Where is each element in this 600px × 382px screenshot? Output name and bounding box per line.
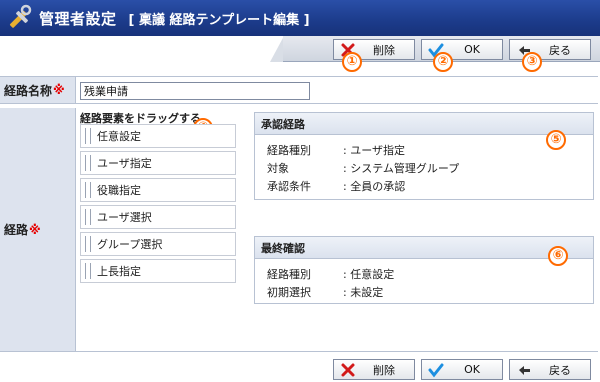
drag-grip-icon [85,128,91,144]
badge-6: ⑥ [548,246,568,266]
title-bar: 管理者設定 [ 稟議 経路テンプレート編集 ] [0,0,600,36]
approval-route-panel[interactable]: 承認経路 経路種別: ユーザ指定 対象: システム管理グループ 承認条件: 全員… [254,112,594,200]
route-name-row: 経路名称 ※ [0,76,598,104]
drag-grip-icon [85,155,91,171]
drag-grip-icon [85,182,91,198]
final-row: 経路種別: 任意設定 [267,268,395,281]
ok-button-label: OK [464,363,480,376]
route-element-item[interactable]: 上長指定 [80,259,236,283]
delete-button-label: 削除 [373,363,395,377]
route-label: 経路 ※ [0,108,76,351]
drag-grip-icon [85,236,91,252]
route-name-label: 経路名称 ※ [0,77,76,103]
delete-button-label: 削除 [373,43,395,57]
ok-button-label: OK [464,43,480,56]
ok-button-bottom[interactable]: OK [421,359,503,380]
tools-icon [9,4,32,28]
approval-row: 承認条件: 全員の承認 [267,180,406,193]
back-button-bottom[interactable]: 戻る [509,359,591,380]
required-mark: ※ [53,83,65,97]
page-title: 管理者設定 [39,9,117,28]
required-mark: ※ [29,222,41,237]
delete-button-bottom[interactable]: 削除 [333,359,415,380]
final-confirmation-title: 最終確認 [255,237,593,259]
drag-grip-icon [85,263,91,279]
back-button-label: 戻る [549,363,571,377]
x-icon [341,363,355,376]
approval-row: 経路種別: ユーザ指定 [267,144,405,157]
final-confirmation-panel[interactable]: 最終確認 経路種別: 任意設定 初期選択: 未設定 [254,236,594,304]
badge-3: ③ [522,52,542,72]
route-element-item[interactable]: グループ選択 [80,232,236,256]
final-row: 初期選択: 未設定 [267,286,384,299]
back-button[interactable]: 戻る [509,39,591,60]
back-button-label: 戻る [549,43,571,57]
approval-route-title: 承認経路 [255,113,593,135]
route-element-list: 任意設定 ユーザ指定 役職指定 ユーザ選択 グループ選択 上長指定 [80,124,236,286]
checkmark-icon [428,363,444,377]
route-element-item[interactable]: ユーザ選択 [80,205,236,229]
page-subtitle: [ 稟議 経路テンプレート編集 ] [128,12,310,28]
route-name-input[interactable] [80,82,310,100]
approval-row: 対象: システム管理グループ [267,162,460,175]
route-element-item[interactable]: 役職指定 [80,178,236,202]
route-element-item[interactable]: 任意設定 [80,124,236,148]
route-element-item[interactable]: ユーザ指定 [80,151,236,175]
back-arrow-icon [519,365,530,375]
badge-1: ① [342,52,362,72]
badge-2: ② [433,52,453,72]
drag-grip-icon [85,209,91,225]
badge-5: ⑤ [546,130,566,150]
